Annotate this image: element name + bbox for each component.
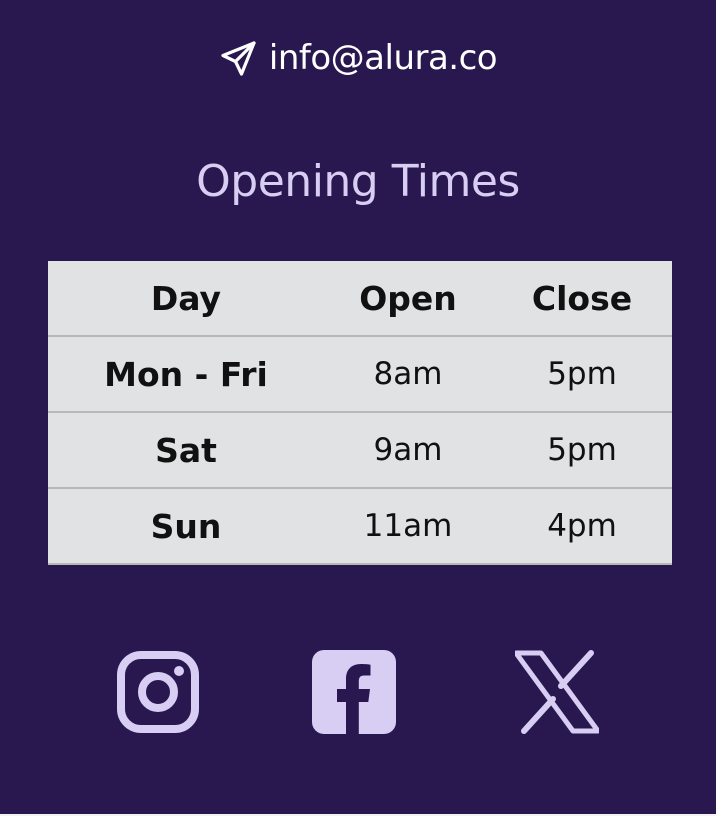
close-time-cell: 4pm xyxy=(492,488,672,565)
footer-panel: info@alura.co Opening Times Day Open Clo… xyxy=(0,0,716,814)
open-time-cell: 11am xyxy=(324,488,492,565)
paper-plane-icon xyxy=(221,41,256,76)
x-twitter-icon xyxy=(515,650,599,734)
facebook-link[interactable] xyxy=(312,650,396,734)
table-row: Sat 9am 5pm xyxy=(48,412,672,489)
close-time-cell: 5pm xyxy=(492,336,672,413)
open-time-cell: 9am xyxy=(324,412,492,489)
instagram-icon xyxy=(117,651,199,733)
opening-times-title: Opening Times xyxy=(196,156,520,207)
table-row: Sun 11am 4pm xyxy=(48,488,672,565)
x-twitter-link[interactable] xyxy=(515,650,599,734)
close-time-cell: 5pm xyxy=(492,412,672,489)
contact-email[interactable]: info@alura.co xyxy=(269,41,498,75)
column-header-close: Close xyxy=(492,261,672,337)
day-cell: Sun xyxy=(48,488,324,565)
instagram-link[interactable] xyxy=(116,650,200,734)
social-links xyxy=(0,650,716,734)
table-header-row: Day Open Close xyxy=(48,261,672,337)
opening-times-table: Day Open Close Mon - Fri 8am 5pm Sat 9am… xyxy=(48,261,672,565)
contact-email-link[interactable]: info@alura.co xyxy=(0,34,716,82)
column-header-open: Open xyxy=(324,261,492,337)
day-cell: Mon - Fri xyxy=(48,336,324,413)
table-row: Mon - Fri 8am 5pm xyxy=(48,336,672,413)
open-time-cell: 8am xyxy=(324,336,492,413)
column-header-day: Day xyxy=(48,261,324,337)
facebook-icon xyxy=(312,650,396,734)
day-cell: Sat xyxy=(48,412,324,489)
